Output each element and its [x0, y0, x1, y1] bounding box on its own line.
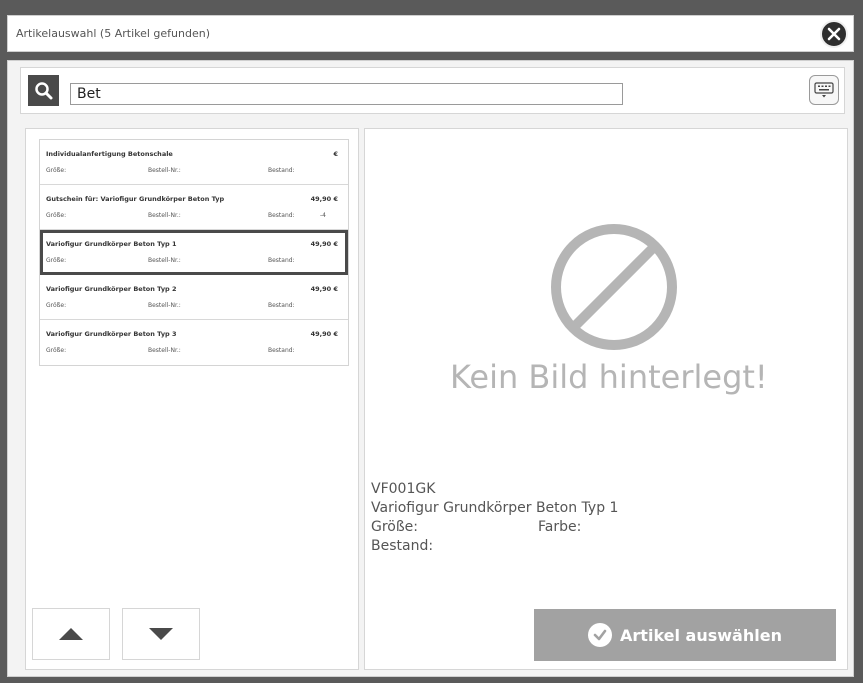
arrow-down-icon: [149, 628, 173, 640]
item-order-number-label: Bestell-Nr.:: [148, 347, 181, 354]
keyboard-icon: [814, 82, 834, 98]
select-article-button[interactable]: Artikel auswählen: [534, 609, 836, 661]
article-list: Individualanfertigung Betonschale € Größ…: [39, 139, 349, 366]
item-order-number-label: Bestell-Nr.:: [148, 302, 181, 309]
list-item[interactable]: Individualanfertigung Betonschale € Größ…: [40, 140, 348, 185]
item-size-label: Größe:: [46, 302, 67, 309]
item-order-number-label: Bestell-Nr.:: [148, 257, 181, 264]
no-image-text: Kein Bild hinterlegt!: [450, 358, 768, 396]
item-order-number-label: Bestell-Nr.:: [148, 212, 181, 219]
item-size-label: Größe:: [46, 257, 67, 264]
item-order-number-label: Bestell-Nr.:: [148, 167, 181, 174]
article-number: VF001GK: [371, 481, 436, 497]
check-icon: [588, 623, 613, 647]
size-label: Größe:: [371, 519, 419, 535]
article-name: Variofigur Grundkörper Beton Typ 1: [371, 500, 619, 516]
item-stock-label: Bestand:: [268, 212, 295, 219]
item-stock-label: Bestand:: [268, 167, 295, 174]
scroll-down-button[interactable]: [122, 608, 200, 660]
stock-label: Bestand:: [371, 538, 434, 554]
item-name: Variofigur Grundkörper Beton Typ 3: [46, 330, 177, 338]
search-bar: [20, 67, 845, 114]
arrow-up-icon: [59, 628, 83, 640]
item-price: 49,90 €: [310, 240, 338, 248]
keyboard-button[interactable]: [809, 75, 839, 105]
list-item[interactable]: Variofigur Grundkörper Beton Typ 2 49,90…: [40, 275, 348, 320]
title-bar: Artikelauswahl (5 Artikel gefunden): [7, 15, 854, 52]
close-button[interactable]: [820, 20, 848, 48]
color-label: Farbe:: [538, 519, 582, 535]
item-price: €: [333, 150, 338, 158]
list-item[interactable]: Variofigur Grundkörper Beton Typ 3 49,90…: [40, 320, 348, 365]
item-price: 49,90 €: [310, 285, 338, 293]
search-input[interactable]: [70, 83, 623, 105]
no-image-icon: [551, 224, 677, 350]
item-stock-value: -4: [320, 212, 326, 219]
item-name: Variofigur Grundkörper Beton Typ 2: [46, 285, 177, 293]
article-list-panel: Individualanfertigung Betonschale € Größ…: [25, 128, 359, 670]
item-size-label: Größe:: [46, 347, 67, 354]
select-article-label: Artikel auswählen: [620, 625, 782, 645]
item-price: 49,90 €: [310, 330, 338, 338]
list-item-selected[interactable]: Variofigur Grundkörper Beton Typ 1 49,90…: [40, 230, 348, 275]
item-stock-label: Bestand:: [268, 302, 295, 309]
item-name: Variofigur Grundkörper Beton Typ 1: [46, 240, 177, 248]
item-name: Gutschein für: Variofigur Grundkörper Be…: [46, 195, 225, 203]
size-color-row: Größe: Farbe:: [371, 518, 618, 537]
item-size-label: Größe:: [46, 167, 67, 174]
item-name: Individualanfertigung Betonschale: [46, 150, 173, 158]
article-details: VF001GK Variofigur Grundkörper Beton Typ…: [371, 480, 618, 556]
item-size-label: Größe:: [46, 212, 67, 219]
item-stock-label: Bestand:: [268, 347, 295, 354]
scroll-up-button[interactable]: [32, 608, 110, 660]
search-icon[interactable]: [28, 75, 59, 106]
item-stock-label: Bestand:: [268, 257, 295, 264]
article-preview-panel: [364, 128, 848, 670]
item-price: 49,90 €: [310, 195, 338, 203]
list-item[interactable]: Gutschein für: Variofigur Grundkörper Be…: [40, 185, 348, 230]
window-title: Artikelauswahl (5 Artikel gefunden): [16, 27, 211, 40]
close-icon: [827, 27, 841, 41]
